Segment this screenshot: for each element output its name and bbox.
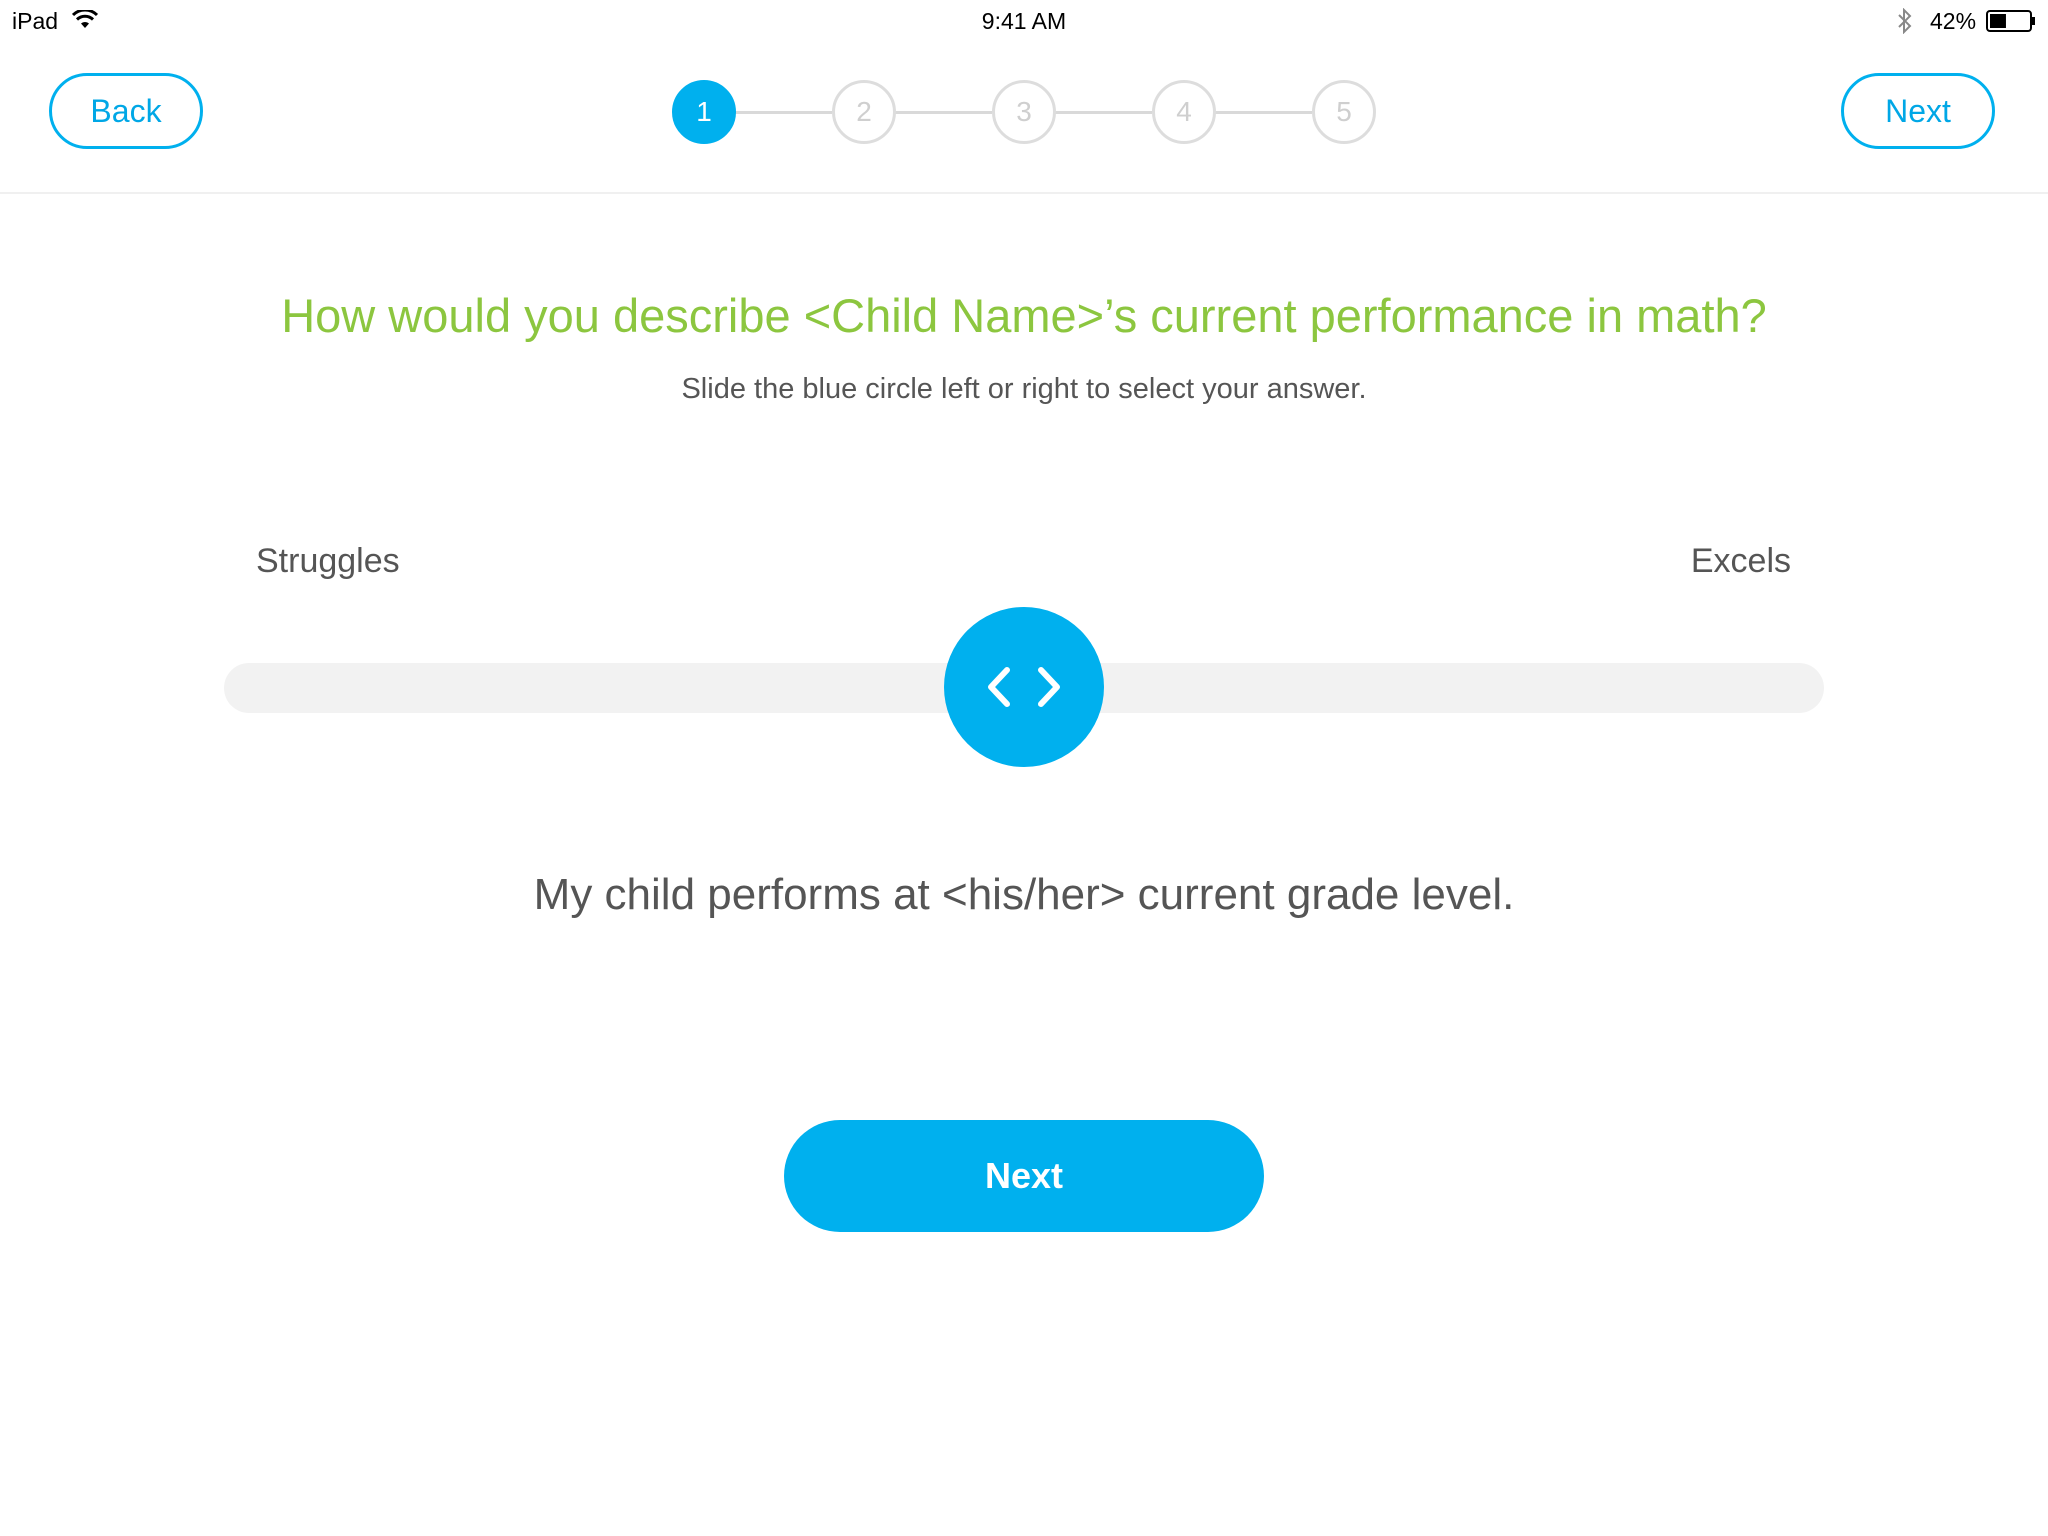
step-1: 1 [672, 80, 736, 144]
slider-max-label: Excels [1690, 542, 1791, 580]
battery-percent: 42% [1930, 8, 1977, 34]
status-bar: iPad 9:41 AM 42% [0, 0, 2048, 42]
bluetooth-icon [1898, 8, 1912, 34]
left-right-arrows-icon [988, 667, 1060, 707]
slider-min-label: Struggles [256, 542, 400, 580]
battery-icon [1986, 10, 2035, 32]
question-title: How would you describe <Child Name>’s cu… [281, 289, 1767, 342]
next-button-top[interactable]: Next [1841, 73, 1995, 149]
step-2: 2 [832, 80, 896, 144]
step-5: 5 [1312, 80, 1376, 144]
step-3: 3 [992, 80, 1056, 144]
next-button[interactable]: Next [784, 1120, 1264, 1232]
slider-thumb[interactable] [944, 607, 1104, 767]
progress-stepper: 1 2 3 4 5 [0, 80, 2048, 144]
step-4: 4 [1152, 80, 1216, 144]
instruction-text: Slide the blue circle left or right to s… [681, 373, 1367, 405]
header-nav: Back 1 2 3 4 5 Next [0, 42, 2048, 194]
status-time: 9:41 AM [981, 8, 1067, 34]
answer-text: My child performs at <his/her> current g… [533, 870, 1515, 919]
